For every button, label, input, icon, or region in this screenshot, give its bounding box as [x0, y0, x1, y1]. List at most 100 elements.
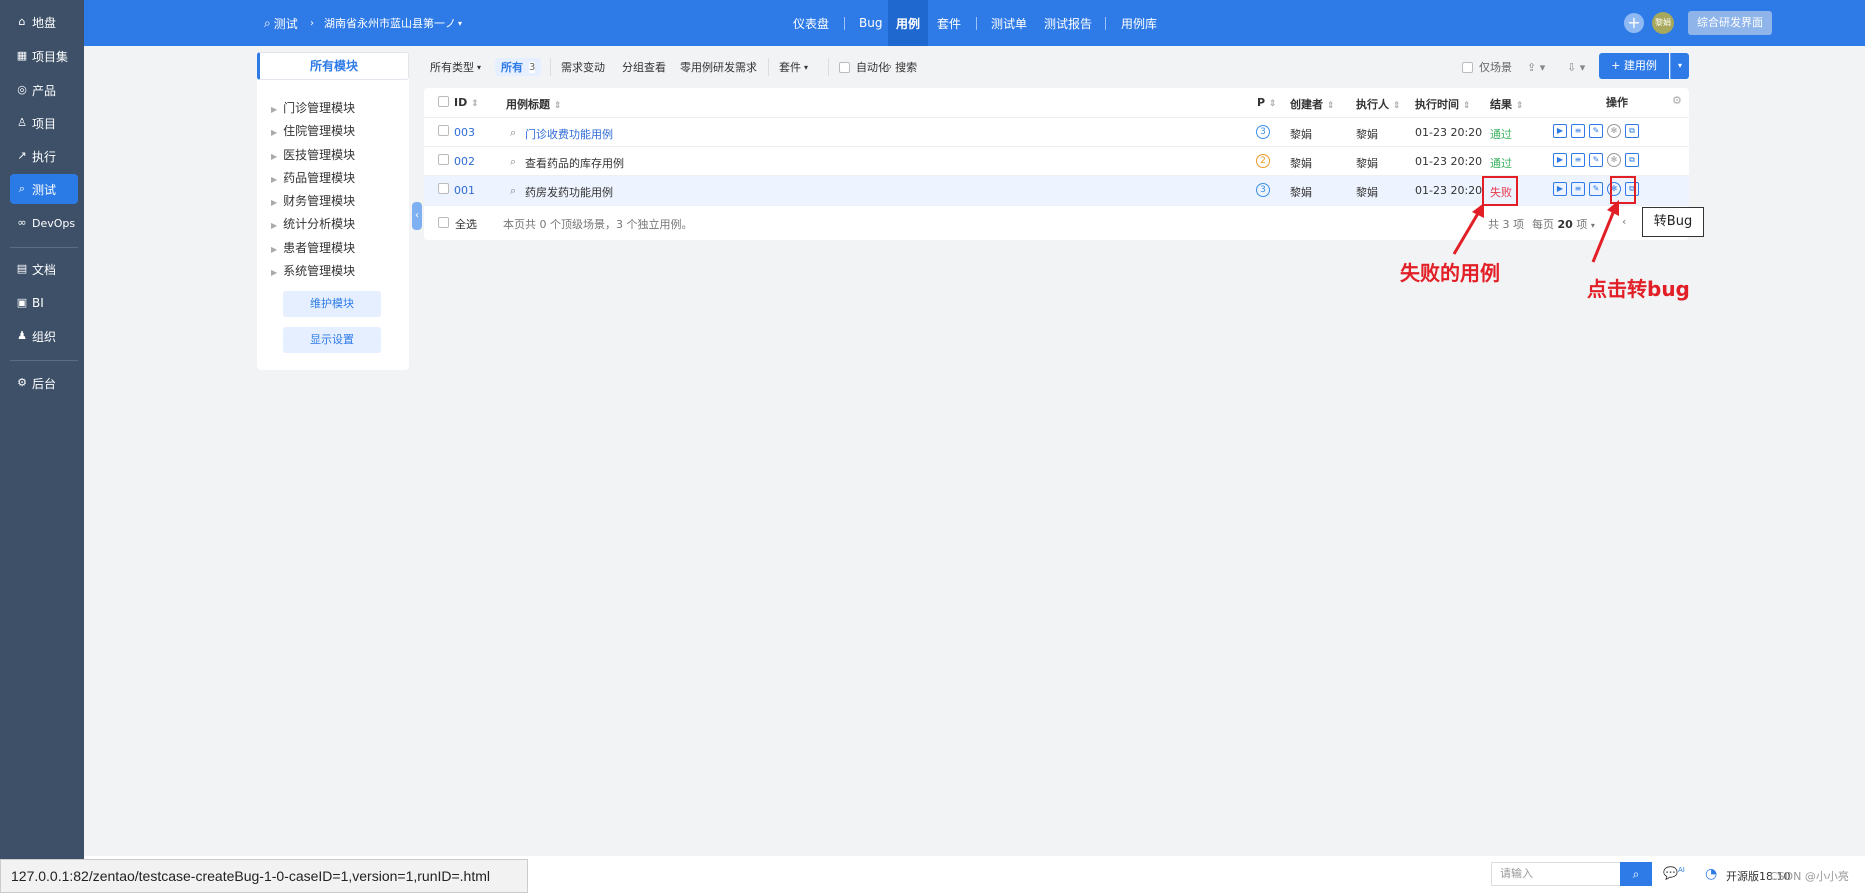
module-item[interactable]: ▶ 门诊管理模块: [271, 99, 355, 116]
module-header-all[interactable]: 所有模块: [257, 52, 409, 80]
nav-testtask[interactable]: 测试单: [991, 0, 1027, 46]
nav-bug[interactable]: Bug: [859, 0, 882, 46]
checkbox[interactable]: [839, 61, 850, 73]
run-icon[interactable]: ▶: [1553, 182, 1567, 196]
new-case-button[interactable]: + 建用例: [1599, 53, 1669, 79]
maintain-modules-button[interactable]: 维护模块: [283, 291, 381, 317]
checkbox[interactable]: [438, 154, 449, 165]
module-item[interactable]: ▶ 住院管理模块: [271, 122, 355, 139]
row-actions: ▶ ≡ ✎ ✻ ⧉: [1553, 153, 1639, 167]
checkbox[interactable]: [1462, 61, 1473, 73]
results-icon[interactable]: ≡: [1571, 124, 1585, 138]
results-icon[interactable]: ≡: [1571, 153, 1585, 167]
sidebar-item-program[interactable]: ▦ 项目集: [10, 41, 78, 71]
sidebar-item-project[interactable]: ♙ 项目: [10, 108, 78, 138]
switch-interface-button[interactable]: 综合研发界面: [1688, 11, 1772, 35]
search-button[interactable]: ⌕: [1620, 862, 1652, 886]
col-header-exec-time[interactable]: 执行时间 ⇕: [1415, 96, 1470, 112]
filter-req-change[interactable]: 需求变动: [550, 58, 605, 76]
nav-dashboard[interactable]: 仪表盘: [793, 0, 829, 46]
sidebar-item-test[interactable]: ⌕ 测试: [10, 174, 78, 204]
checkbox[interactable]: [438, 96, 449, 107]
sidebar-item-home[interactable]: ⌂ 地盘: [10, 7, 78, 37]
sidebar-divider: [10, 360, 78, 361]
nav-test-report[interactable]: 测试报告: [1044, 0, 1092, 46]
run-icon[interactable]: ▶: [1553, 124, 1567, 138]
edit-icon[interactable]: ✎: [1589, 182, 1603, 196]
module-item[interactable]: ▶ 医技管理模块: [271, 146, 355, 163]
sidebar-item-devops[interactable]: ∞ DevOps: [10, 208, 78, 238]
scene-only-checkbox[interactable]: 仅场景: [1462, 58, 1512, 76]
row-checkbox[interactable]: [438, 125, 455, 139]
col-header-priority[interactable]: P ⇕: [1257, 96, 1276, 109]
bug-icon[interactable]: ✻: [1607, 153, 1621, 167]
ai-chat-icon[interactable]: 💬AI: [1663, 866, 1685, 880]
breadcrumb-test[interactable]: ⌕ 测试: [264, 0, 298, 46]
case-id[interactable]: 002: [454, 155, 475, 168]
sidebar-item-org[interactable]: ♟ 组织: [10, 321, 78, 351]
col-header-result[interactable]: 结果 ⇕: [1490, 96, 1523, 112]
copy-icon[interactable]: ⧉: [1625, 124, 1639, 138]
module-item[interactable]: ▶ 药品管理模块: [271, 169, 355, 186]
automation-checkbox[interactable]: 自动化: [828, 58, 889, 76]
sidebar-item-admin[interactable]: ⚙ 后台: [10, 368, 78, 398]
sidebar-item-product[interactable]: ◎ 产品: [10, 75, 78, 105]
sidebar-item-doc[interactable]: ▤ 文档: [10, 254, 78, 284]
module-item[interactable]: ▶ 统计分析模块: [271, 215, 355, 232]
filter-group-view[interactable]: 分组查看: [622, 58, 666, 76]
edit-icon[interactable]: ✎: [1589, 153, 1603, 167]
breadcrumb-project[interactable]: 湖南省永州市蓝山县第一ノ ▾: [324, 0, 462, 46]
exec-time: 01-23 20:20: [1415, 126, 1483, 139]
caret-right-icon: ▶: [271, 152, 278, 161]
case-id[interactable]: 003: [454, 126, 475, 139]
breadcrumb-label: 测试: [273, 16, 298, 31]
avatar[interactable]: 黎娟: [1652, 12, 1674, 34]
module-item[interactable]: ▶ 财务管理模块: [271, 192, 355, 209]
col-header-creator[interactable]: 创建者 ⇕: [1290, 96, 1334, 112]
copy-icon[interactable]: ⧉: [1625, 153, 1639, 167]
nav-cases[interactable]: 用例: [888, 0, 928, 46]
sidebar-item-execution[interactable]: ↗ 执行: [10, 141, 78, 171]
header-select-checkbox[interactable]: [438, 96, 453, 110]
chevron-down-icon: ▾: [804, 62, 809, 72]
ai-label: AI: [1677, 866, 1685, 874]
checkbox[interactable]: [438, 183, 449, 194]
case-title[interactable]: 药房发药功能用例: [525, 184, 613, 200]
filter-zero-case[interactable]: 零用例研发需求: [680, 58, 757, 76]
import-icon[interactable]: ⇩ ▾: [1567, 58, 1585, 76]
row-divider: [424, 146, 1689, 147]
nav-case-lib[interactable]: 用例库: [1121, 0, 1157, 46]
checkbox[interactable]: [438, 125, 449, 136]
run-icon[interactable]: ▶: [1553, 153, 1567, 167]
filter-suite[interactable]: 套件 ▾: [768, 58, 808, 76]
display-settings-button[interactable]: 显示设置: [283, 327, 381, 353]
case-title[interactable]: 门诊收费功能用例: [525, 126, 613, 142]
bug-icon[interactable]: ✻: [1607, 124, 1621, 138]
select-all-checkbox[interactable]: 全选: [438, 216, 477, 232]
results-icon[interactable]: ≡: [1571, 182, 1585, 196]
module-item[interactable]: ▶ 系统管理模块: [271, 262, 355, 279]
module-item[interactable]: ▶ 患者管理模块: [271, 239, 355, 256]
search-toggle[interactable]: ⌕ 搜索: [886, 58, 917, 76]
chevron-down-icon[interactable]: ▾: [1670, 53, 1689, 79]
col-header-title[interactable]: 用例标题 ⇕: [506, 96, 561, 112]
row-checkbox[interactable]: [438, 154, 455, 168]
export-icon[interactable]: ⇪ ▾: [1527, 58, 1545, 76]
filter-all-types[interactable]: 所有类型 ▾: [430, 58, 481, 76]
filter-all[interactable]: 所有 3: [495, 58, 542, 76]
case-title[interactable]: 查看药品的库存用例: [525, 155, 624, 171]
global-search-input[interactable]: 请输入: [1491, 862, 1621, 886]
edit-icon[interactable]: ✎: [1589, 124, 1603, 138]
checkbox[interactable]: [438, 217, 449, 228]
col-header-id[interactable]: ID ⇕: [454, 96, 479, 109]
plus-icon[interactable]: +: [1624, 13, 1644, 33]
module-label: 财务管理模块: [283, 194, 356, 208]
nav-divider: [1105, 17, 1106, 30]
sidebar-item-bi[interactable]: ▣ BI: [10, 288, 78, 318]
case-id[interactable]: 001: [454, 184, 475, 197]
nav-suite[interactable]: 套件: [937, 0, 961, 46]
collapse-panel-icon[interactable]: ‹: [412, 202, 422, 230]
gear-icon[interactable]: ⚙: [1672, 94, 1682, 107]
col-header-executor[interactable]: 执行人 ⇕: [1356, 96, 1400, 112]
row-checkbox[interactable]: [438, 183, 455, 197]
